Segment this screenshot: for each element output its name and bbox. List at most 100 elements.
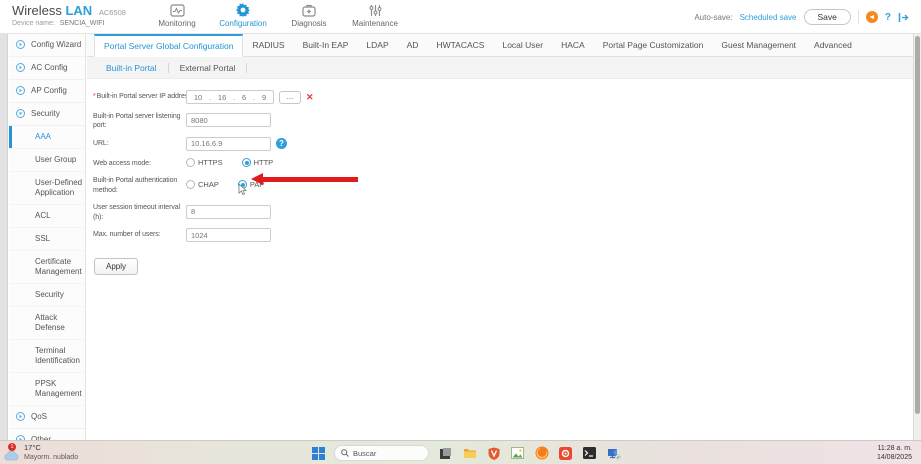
annotation-arrow xyxy=(251,173,359,186)
sidebar-item-acl[interactable]: ACL xyxy=(9,205,85,228)
nav-diagnosis[interactable]: Diagnosis xyxy=(276,2,342,28)
form-row-max-users: Max. number of users: xyxy=(93,228,913,243)
timeout-input[interactable] xyxy=(186,204,271,219)
alert-icon[interactable]: ◄ xyxy=(865,11,878,23)
radio-chap[interactable]: CHAP xyxy=(186,180,219,190)
radio-chap-circle[interactable] xyxy=(186,180,195,190)
form-row-timeout: User session timeout interval (h): xyxy=(93,201,913,222)
url-help-icon[interactable]: ? xyxy=(276,138,287,150)
apply-button[interactable]: Apply xyxy=(94,258,139,276)
radio-https[interactable]: HTTPS xyxy=(186,158,223,168)
sidebar-item-aaa[interactable]: AAA xyxy=(9,126,85,149)
main-content: Portal Server Global Configuration RADIU… xyxy=(87,34,913,440)
sidebar-item-ppsk-management[interactable]: PPSK Management xyxy=(9,373,85,406)
tab-ldap[interactable]: LDAP xyxy=(357,34,397,56)
web-access-mode-label: Web access mode: xyxy=(93,159,151,167)
cloud-icon: 1 xyxy=(4,443,20,461)
app-header: Wireless LAN AC6508 Device name: SENCIA_… xyxy=(0,0,921,34)
clock-time: 11:28 a. m. xyxy=(877,445,912,452)
tab-portal-server-global-configuration[interactable]: Portal Server Global Configuration xyxy=(94,34,244,57)
tab-hwtacacs[interactable]: HWTACACS xyxy=(427,34,493,56)
sidebar-item-ssl[interactable]: SSL xyxy=(9,228,85,251)
sidebar-item-user-group[interactable]: User Group xyxy=(9,149,85,172)
clock-date: 14/08/2025 xyxy=(876,454,912,462)
ip-address-input[interactable]: 10. 16. 6. 9 xyxy=(186,90,274,104)
taskbar-search-input[interactable]: Buscar xyxy=(334,445,429,461)
main-nav: Monitoring Configuration Diagnosis Maint… xyxy=(144,2,408,28)
radio-http-circle[interactable] xyxy=(241,158,251,168)
form-row-auth-method: Built-in Portal authentication method: C… xyxy=(93,173,913,196)
tab-advanced[interactable]: Advanced xyxy=(805,34,861,56)
device-name-label: Device name: xyxy=(12,20,55,28)
tab-ad[interactable]: AD xyxy=(398,34,428,56)
listening-port-input[interactable] xyxy=(186,113,271,128)
sidebar-item-ac-config[interactable]: AC Config xyxy=(9,57,85,80)
sidebar-item-other-services[interactable]: Other Services xyxy=(9,429,85,440)
collapsed-panel-strip[interactable] xyxy=(0,34,8,440)
search-icon xyxy=(341,449,349,457)
radio-https-circle[interactable] xyxy=(186,158,195,168)
divider xyxy=(857,10,859,24)
configuration-gear-icon xyxy=(210,2,276,18)
max-users-input[interactable] xyxy=(186,228,271,243)
save-button[interactable]: Save xyxy=(803,9,851,25)
collapse-icon xyxy=(16,109,25,121)
sidebar-item-config-wizard[interactable]: Config Wizard xyxy=(9,34,85,57)
expand-icon xyxy=(16,86,25,98)
sidebar-item-security-sub[interactable]: Security xyxy=(9,284,85,307)
file-explorer-icon[interactable] xyxy=(462,446,477,461)
nav-maintenance[interactable]: Maintenance xyxy=(342,2,408,28)
terminal-icon[interactable] xyxy=(582,446,597,461)
brand-lan: LAN xyxy=(65,3,93,18)
taskbar-clock[interactable]: 11:28 a. m. 14/08/2025 xyxy=(877,444,912,463)
app-window-icon[interactable] xyxy=(438,446,453,461)
ip-browse-button[interactable]: ... xyxy=(279,90,301,104)
autosave-label: Auto-save: xyxy=(694,12,733,22)
listening-port-label: Built-in Portal server listening port: xyxy=(93,113,181,130)
weather-temp: 17°C xyxy=(24,443,41,452)
expand-icon xyxy=(16,412,25,424)
tab-radius[interactable]: RADIUS xyxy=(243,34,293,56)
tab-portal-page-customization[interactable]: Portal Page Customization xyxy=(594,34,713,56)
photos-icon[interactable] xyxy=(510,446,525,461)
screen-recorder-icon[interactable] xyxy=(558,446,573,461)
subtab-external-portal[interactable]: External Portal xyxy=(169,62,248,73)
sidebar-item-qos[interactable]: QoS xyxy=(9,406,85,429)
sidebar-item-ap-config[interactable]: AP Config xyxy=(9,80,85,103)
logout-icon[interactable] xyxy=(898,12,909,23)
form-row-url: URL: ? xyxy=(93,136,913,151)
required-mark: * xyxy=(93,93,96,100)
sidebar-item-attack-defense[interactable]: Attack Defense xyxy=(9,307,85,340)
security-shield-icon[interactable] xyxy=(486,446,501,461)
sidebar-item-security[interactable]: Security xyxy=(9,103,85,126)
radio-http[interactable]: HTTP xyxy=(241,158,273,168)
nav-configuration[interactable]: Configuration xyxy=(210,2,276,28)
weather-widget[interactable]: 1 17°C Mayorm. nublado xyxy=(4,443,78,462)
nav-monitoring[interactable]: Monitoring xyxy=(144,2,210,28)
remote-desktop-icon[interactable] xyxy=(606,446,621,461)
portal-config-form: *Built-in Portal server IP address: 10. 1… xyxy=(87,79,913,276)
expand-icon xyxy=(16,63,25,75)
tab-built-in-eap[interactable]: Built-In EAP xyxy=(294,34,358,56)
expand-icon xyxy=(16,40,25,52)
brand-wireless: Wireless xyxy=(12,3,62,18)
windows-start-icon[interactable] xyxy=(312,446,325,460)
radio-pap[interactable]: PAP xyxy=(237,180,264,190)
url-input[interactable] xyxy=(186,136,271,151)
firefox-icon[interactable] xyxy=(534,446,549,461)
subtab-built-in-portal[interactable]: Built-in Portal xyxy=(95,62,169,73)
tab-local-user[interactable]: Local User xyxy=(493,34,552,56)
radio-pap-circle[interactable] xyxy=(237,180,247,190)
help-icon[interactable]: ? xyxy=(885,12,891,23)
tab-guest-management[interactable]: Guest Management xyxy=(712,34,805,56)
scrollbar-thumb[interactable] xyxy=(915,36,920,414)
sidebar-item-user-defined-application[interactable]: User-Defined Application xyxy=(9,172,85,205)
max-users-label: Max. number of users: xyxy=(93,231,161,239)
page-scrollbar[interactable] xyxy=(913,34,921,440)
sidebar: Config Wizard AC Config AP Config Securi… xyxy=(9,34,86,440)
sidebar-item-terminal-identification[interactable]: Terminal Identification xyxy=(9,340,85,373)
sidebar-item-certificate-management[interactable]: Certificate Management xyxy=(9,251,85,284)
ip-delete-icon[interactable]: ✕ xyxy=(306,92,314,103)
tab-haca[interactable]: HACA xyxy=(552,34,594,56)
autosave-scheduled-link[interactable]: Scheduled save xyxy=(740,13,797,22)
